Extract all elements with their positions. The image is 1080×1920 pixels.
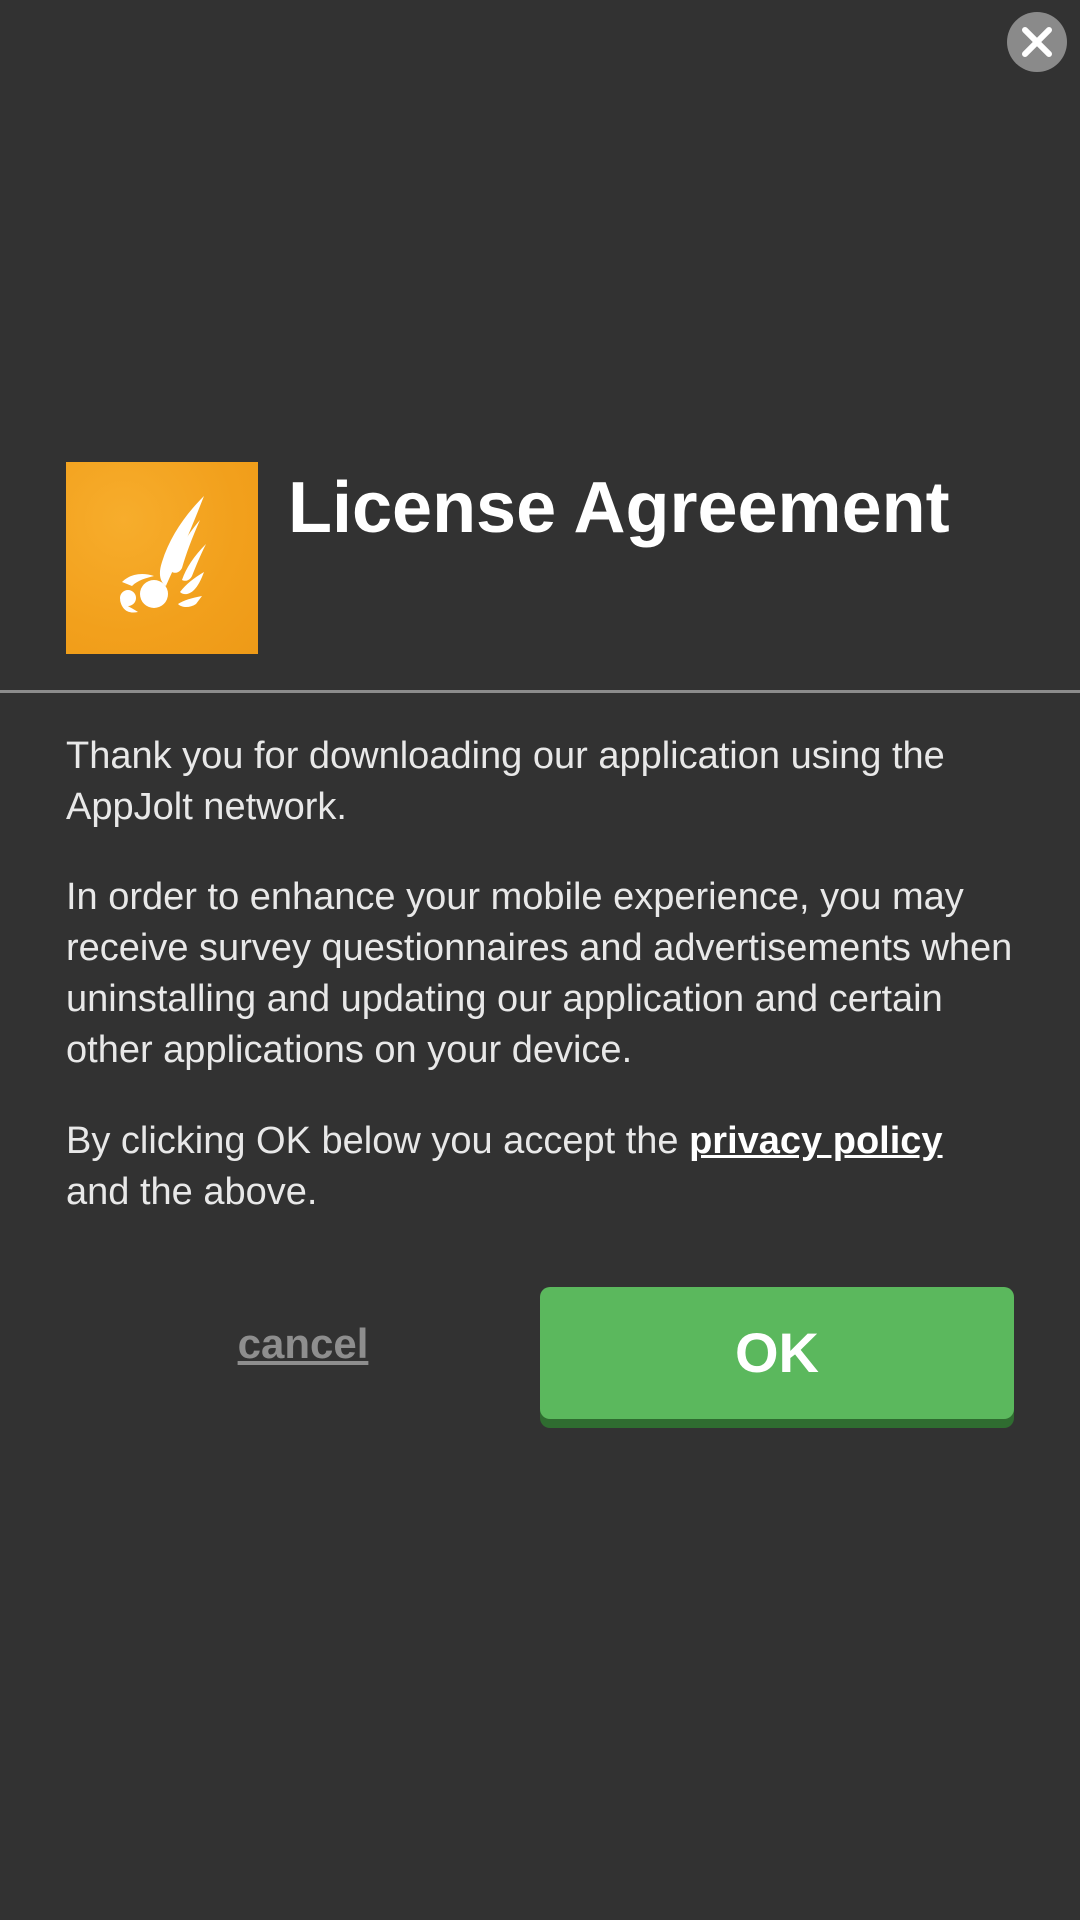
winged-helmet-logo-icon: [120, 496, 206, 613]
close-icon: [1022, 27, 1052, 57]
consent-text-before: By clicking OK below you accept the: [66, 1120, 690, 1162]
header-divider: [0, 690, 1080, 693]
app-icon: [66, 462, 258, 654]
privacy-policy-link[interactable]: privacy policy: [689, 1120, 942, 1162]
consent-text-after: and the above.: [66, 1171, 318, 1213]
license-dialog-screen: License Agreement Thank you for download…: [0, 0, 1080, 1920]
cancel-button[interactable]: cancel: [190, 1312, 416, 1376]
dialog-title: License Agreement: [288, 468, 950, 548]
consent-paragraph: By clicking OK below you accept the priv…: [66, 1116, 1016, 1218]
close-button[interactable]: [1007, 12, 1067, 72]
dialog-header: License Agreement: [66, 462, 1014, 654]
survey-notice-paragraph: In order to enhance your mobile experien…: [66, 876, 1013, 1071]
intro-paragraph: Thank you for downloading our applicatio…: [66, 735, 945, 828]
ok-button[interactable]: OK: [540, 1287, 1014, 1419]
